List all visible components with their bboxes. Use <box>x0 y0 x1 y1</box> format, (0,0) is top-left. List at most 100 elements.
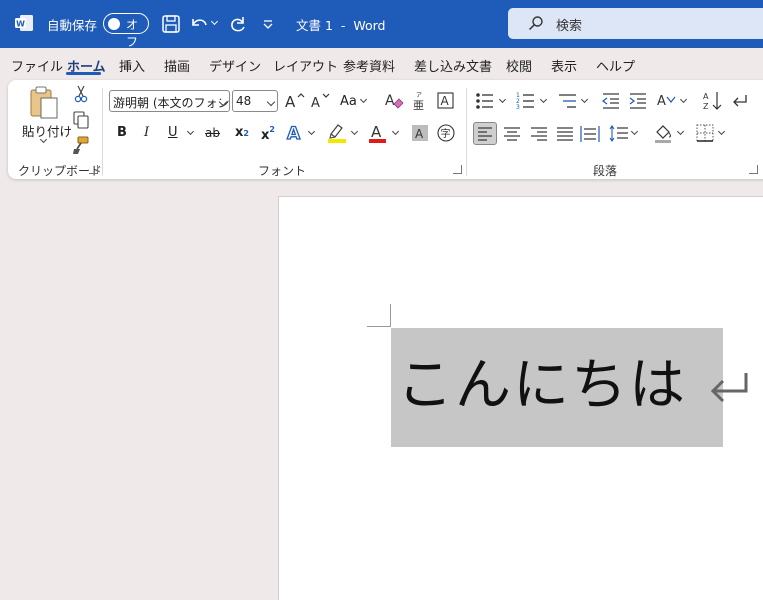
font-color-dropdown-icon[interactable] <box>391 127 400 136</box>
font-color-icon[interactable]: A <box>368 122 388 144</box>
asian-layout-dropdown-icon[interactable] <box>679 95 688 104</box>
cut-icon[interactable] <box>72 84 90 104</box>
word-logo-icon: W <box>15 15 33 31</box>
tab-view[interactable]: 表示 <box>551 56 577 75</box>
shading-icon[interactable] <box>653 122 675 144</box>
svg-text:ア: ア <box>416 92 422 99</box>
clear-formatting-icon[interactable]: A <box>384 90 404 112</box>
ribbon: 貼り付け クリップボード 游明朝 (本文のフォン 48 A A Aa A ア 亜… <box>8 80 763 179</box>
strikethrough-button[interactable]: ab <box>205 126 220 140</box>
tab-file[interactable]: ファイル <box>11 56 63 75</box>
tab-insert[interactable]: 挿入 <box>119 56 145 75</box>
superscript-marker: 2 <box>269 125 275 134</box>
tab-help[interactable]: ヘルプ <box>596 56 635 75</box>
bullets-dropdown-icon[interactable] <box>498 95 507 104</box>
align-left-button[interactable] <box>473 122 497 145</box>
italic-button[interactable]: I <box>144 125 149 140</box>
increase-indent-icon[interactable] <box>628 91 648 111</box>
svg-text:A: A <box>385 93 395 109</box>
multilevel-list-icon[interactable] <box>557 91 579 111</box>
line-spacing-icon[interactable] <box>608 123 630 144</box>
bullets-icon[interactable] <box>474 91 496 111</box>
toggle-knob <box>108 17 120 30</box>
active-tab-indicator <box>66 72 101 75</box>
superscript-button[interactable]: x2 <box>261 125 275 143</box>
undo-dropdown-icon[interactable] <box>210 17 219 26</box>
distributed-icon[interactable] <box>579 123 601 144</box>
numbering-icon[interactable]: 1 2 3 <box>515 91 537 111</box>
paragraph-launcher-icon[interactable] <box>749 165 758 174</box>
change-case-dropdown-icon[interactable] <box>359 95 368 104</box>
decrease-indent-icon[interactable] <box>601 91 621 111</box>
asian-layout-icon[interactable]: A <box>656 91 678 111</box>
paragraph-group-label: 段落 <box>593 164 618 178</box>
search-box[interactable]: 検索 <box>508 8 763 39</box>
redo-icon[interactable] <box>227 13 249 35</box>
font-size-value: 48 <box>236 94 252 108</box>
underline-dropdown-icon[interactable] <box>186 127 195 136</box>
svg-text:A: A <box>441 94 450 108</box>
enclose-characters-icon[interactable]: 字 <box>436 123 456 143</box>
autosave-toggle[interactable]: オフ <box>103 13 149 49</box>
svg-text:亜: 亜 <box>413 99 424 112</box>
svg-text:A: A <box>371 123 382 141</box>
change-case-button[interactable]: Aa <box>340 94 357 109</box>
align-right-icon[interactable] <box>528 123 550 144</box>
highlight-color-icon[interactable] <box>326 122 348 144</box>
svg-text:A: A <box>657 94 666 109</box>
grow-font-icon[interactable]: A <box>284 91 306 111</box>
svg-text:A: A <box>311 96 320 111</box>
shading-dropdown-icon[interactable] <box>676 127 685 136</box>
subscript-button[interactable]: x2 <box>235 125 249 140</box>
bold-button[interactable]: B <box>117 125 127 140</box>
borders-dropdown-icon[interactable] <box>717 127 726 136</box>
svg-text:A: A <box>703 92 709 101</box>
font-name-combo[interactable]: 游明朝 (本文のフォン <box>109 90 230 112</box>
align-center-icon[interactable] <box>501 123 523 144</box>
text-effects-icon[interactable]: A <box>286 122 306 144</box>
character-shading-icon[interactable]: A <box>410 123 430 143</box>
font-launcher-icon[interactable] <box>453 165 462 174</box>
tab-draw[interactable]: 描画 <box>164 56 190 75</box>
tab-references[interactable]: 参考資料 <box>343 56 395 75</box>
sort-icon[interactable]: A Z <box>702 90 724 112</box>
tab-layout[interactable]: レイアウト <box>273 56 338 75</box>
paragraph-mark-icon <box>710 373 748 403</box>
phonetic-guide-icon[interactable]: ア 亜 <box>410 90 430 112</box>
borders-icon[interactable] <box>695 123 715 143</box>
highlight-dropdown-icon[interactable] <box>350 127 359 136</box>
tab-mailings[interactable]: 差し込み文書 <box>414 56 492 75</box>
ribbon-tabs: ファイル ホーム 挿入 描画 デザイン レイアウト 参考資料 差し込み文書 校閲… <box>0 48 763 78</box>
autosave-state: オフ <box>126 17 139 49</box>
save-icon[interactable] <box>160 13 182 35</box>
margin-corner-mark <box>390 304 391 327</box>
document-text[interactable]: こんにちは <box>397 340 687 421</box>
svg-text:A: A <box>287 124 301 144</box>
svg-text:3: 3 <box>516 104 520 111</box>
customize-toolbar-icon[interactable] <box>258 13 280 35</box>
multilevel-dropdown-icon[interactable] <box>580 95 589 104</box>
copy-icon[interactable] <box>72 110 90 130</box>
svg-text:A: A <box>415 127 424 141</box>
tab-design[interactable]: デザイン <box>209 56 261 75</box>
svg-text:字: 字 <box>441 127 451 140</box>
tab-review[interactable]: 校閲 <box>506 56 532 75</box>
subscript-marker: 2 <box>243 129 249 138</box>
text-effects-dropdown-icon[interactable] <box>307 127 316 136</box>
paste-icon[interactable] <box>28 85 62 121</box>
clipboard-launcher-icon[interactable] <box>89 165 98 174</box>
undo-icon[interactable] <box>188 13 210 35</box>
svg-text:A: A <box>285 93 296 111</box>
paste-label[interactable]: 貼り付け <box>22 121 72 140</box>
shrink-font-icon[interactable]: A <box>310 91 332 111</box>
justify-icon[interactable] <box>554 123 576 144</box>
numbering-dropdown-icon[interactable] <box>539 95 548 104</box>
character-border-icon[interactable]: A <box>436 91 456 111</box>
font-size-combo[interactable]: 48 <box>232 90 278 112</box>
search-placeholder: 検索 <box>556 19 583 34</box>
line-spacing-dropdown-icon[interactable] <box>630 127 639 136</box>
underline-button[interactable]: U <box>168 125 178 140</box>
format-painter-icon[interactable] <box>72 135 90 155</box>
show-formatting-marks-icon[interactable] <box>730 91 750 111</box>
search-icon <box>528 16 543 31</box>
